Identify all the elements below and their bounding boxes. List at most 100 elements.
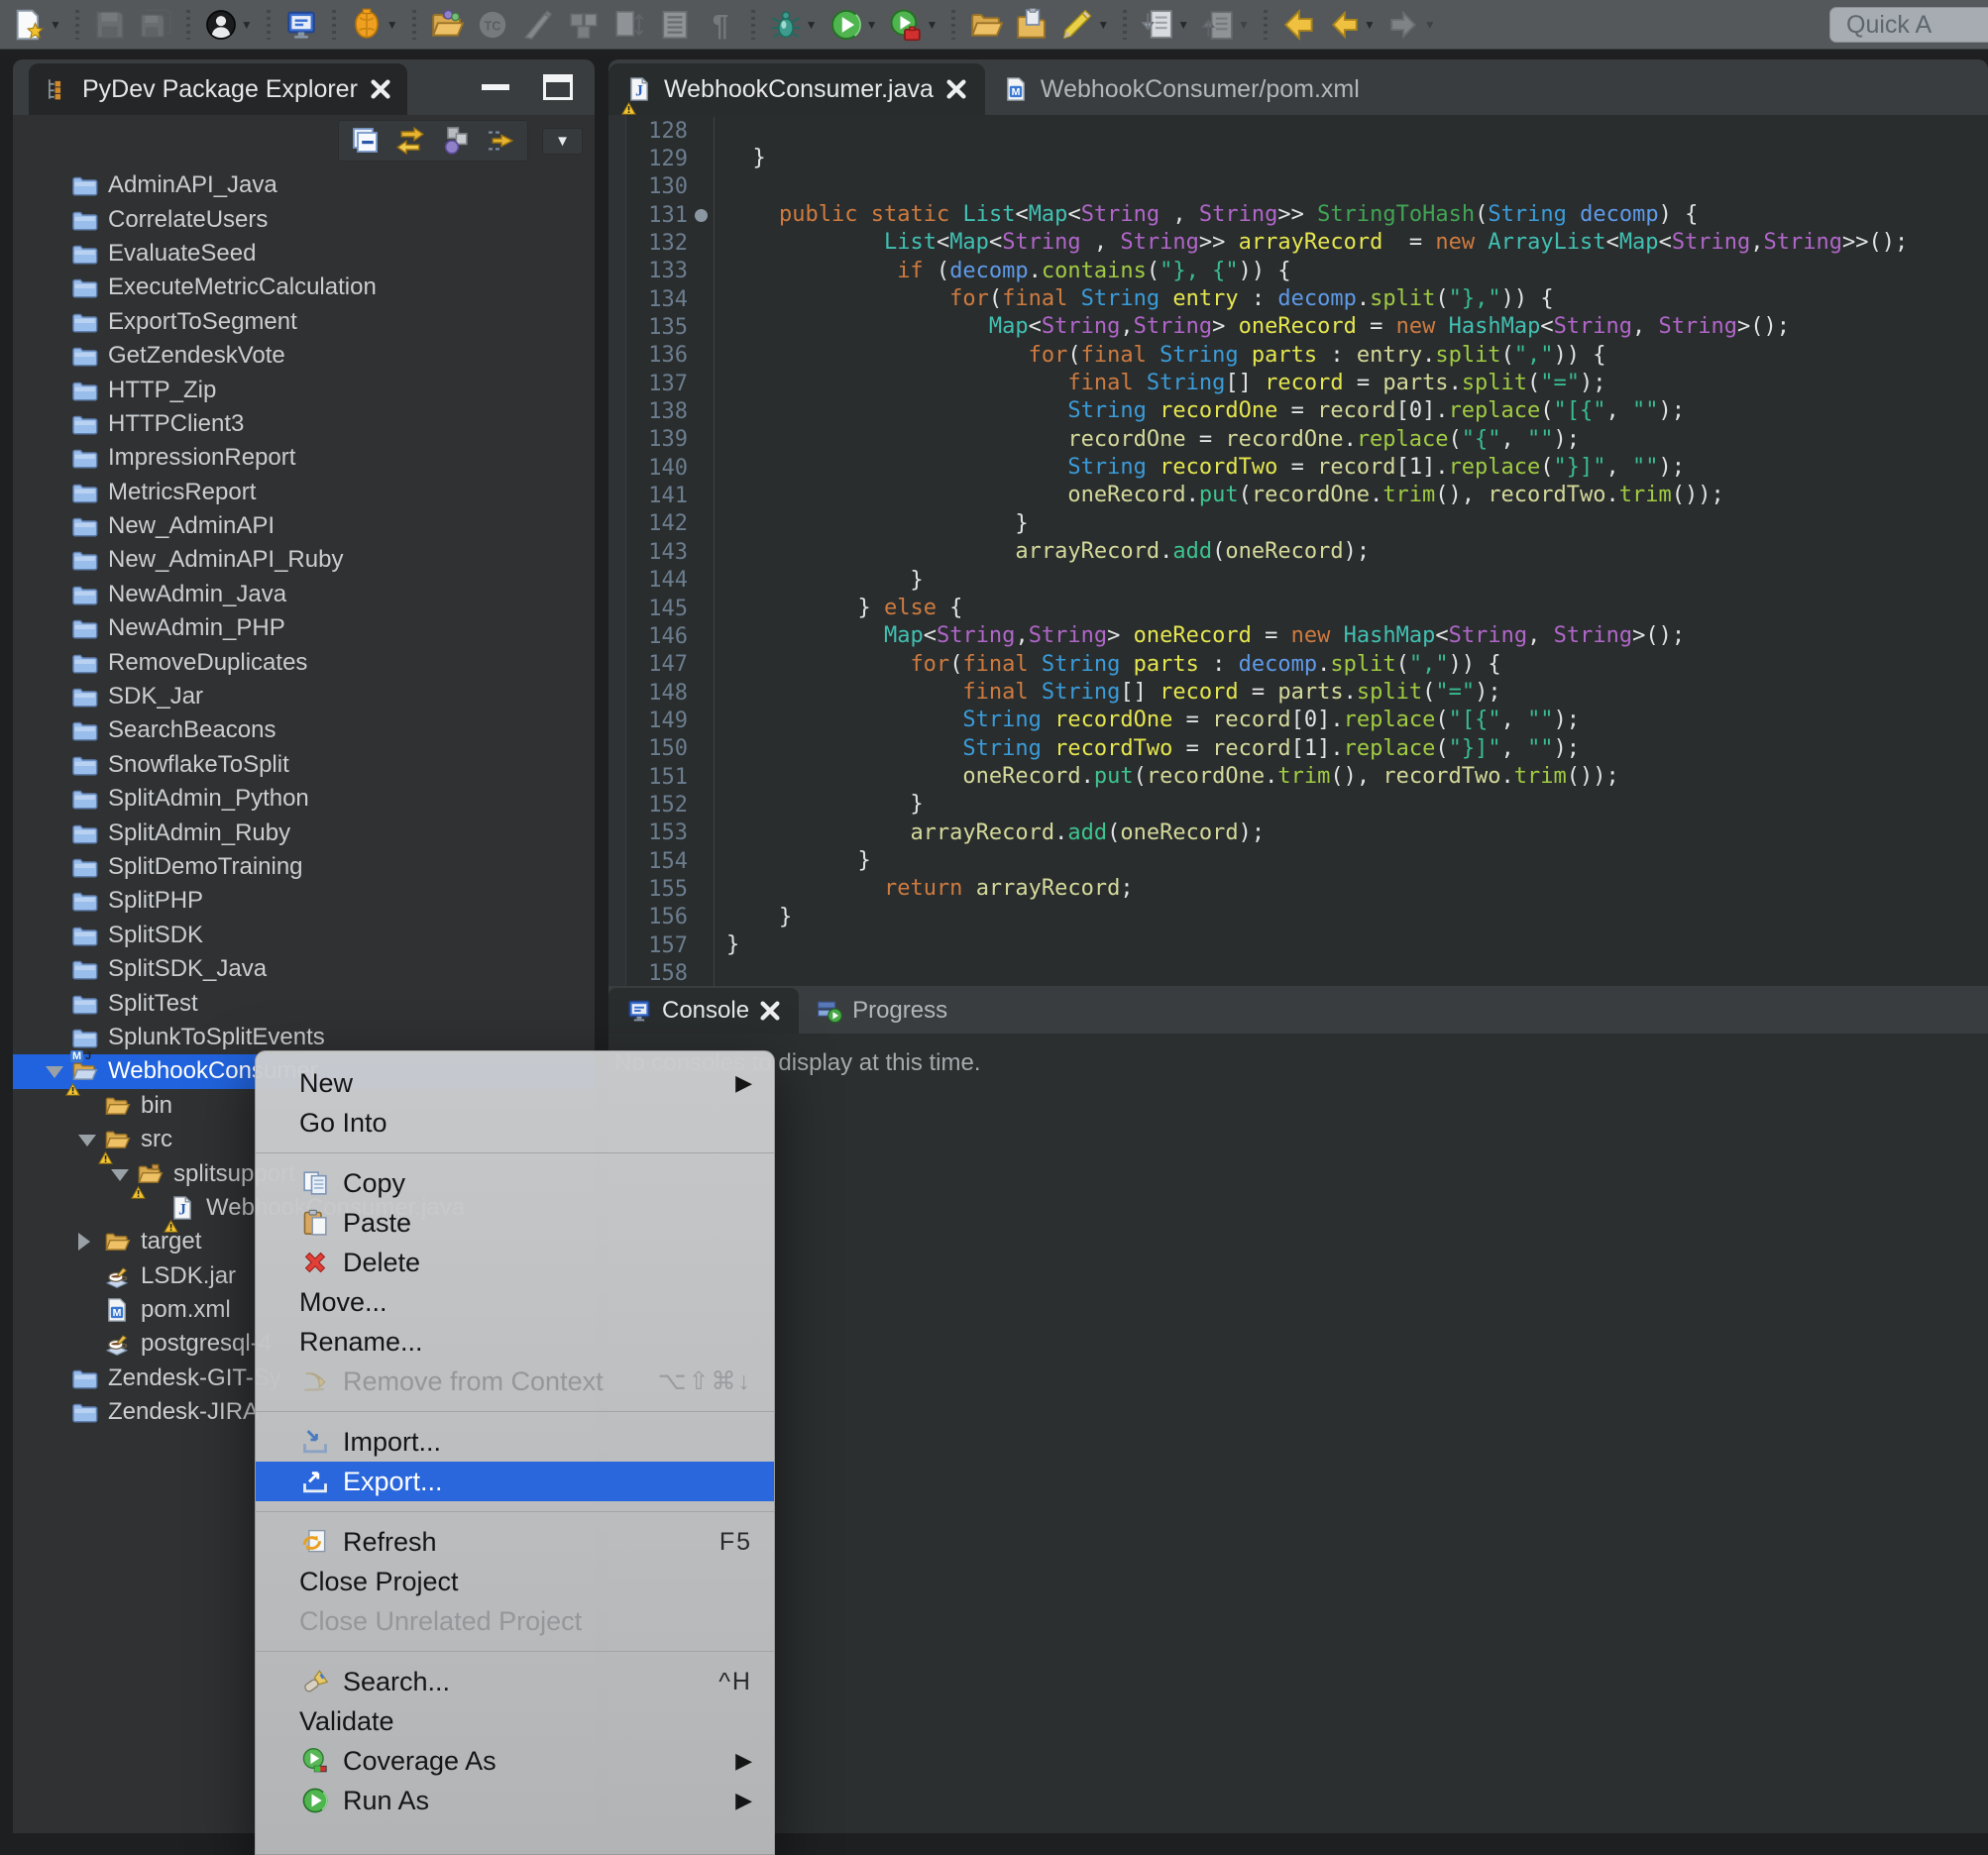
new-wizard-button[interactable]: ▼ <box>8 4 66 46</box>
menu-item-import[interactable]: Import... <box>256 1422 774 1462</box>
tree-item-new-adminapi[interactable]: New_AdminAPI <box>13 509 595 543</box>
menu-item-search[interactable]: Search...^H <box>256 1662 774 1701</box>
tab-pydev-package-explorer[interactable]: PyDev Package Explorer <box>29 63 407 115</box>
tree-item-sdk-jar[interactable]: SDK_Jar <box>13 680 595 713</box>
quick-access-box[interactable]: Quick A <box>1829 7 1988 43</box>
tree-item-splunktosplitevents[interactable]: SplunkToSplitEvents <box>13 1021 595 1054</box>
tree-item-impressionreport[interactable]: ImpressionReport <box>13 441 595 475</box>
menu-item-coverage-as[interactable]: Coverage As▶ <box>256 1741 774 1781</box>
pilcrow-button: ¶ <box>699 4 742 46</box>
account-button[interactable]: ▼ <box>199 4 258 46</box>
tree-item-splitadmin-python[interactable]: SplitAdmin_Python <box>13 782 595 816</box>
tree-item-executemetriccalculation[interactable]: ExecuteMetricCalculation <box>13 271 595 304</box>
console-message: No consoles to display at this time. <box>614 1049 1988 1077</box>
code-line: 143 arrayRecord.add(oneRecord); <box>608 538 1988 566</box>
menu-shortcut: ^H <box>718 1668 752 1696</box>
code-editor-pane: JWebhookConsumer.javaMWebhookConsumer/po… <box>608 59 1988 986</box>
close-icon[interactable] <box>945 78 967 100</box>
tree-item-splitsdk[interactable]: SplitSDK <box>13 919 595 952</box>
code-line: 155 return arrayRecord; <box>608 875 1988 903</box>
twisty-closed-icon[interactable] <box>78 1233 90 1251</box>
twisty-open-icon[interactable] <box>78 1135 96 1146</box>
collapse-all-icon[interactable] <box>349 125 381 157</box>
dropdown-caret-icon: ▼ <box>1364 18 1376 32</box>
panel-window-buttons <box>482 59 573 115</box>
tree-item-metricsreport[interactable]: MetricsReport <box>13 476 595 509</box>
run-button[interactable]: ▼ <box>825 4 883 46</box>
menu-item-new[interactable]: New▶ <box>256 1063 774 1103</box>
svg-text:M: M <box>113 1307 122 1319</box>
tree-item-httpclient3[interactable]: HTTPClient3 <box>13 407 595 441</box>
tree-item-getzendeskvote[interactable]: GetZendeskVote <box>13 339 595 373</box>
marker-button[interactable]: ▼ <box>1055 4 1114 46</box>
packages-view-icon[interactable] <box>440 125 472 157</box>
outline-icon <box>658 8 692 42</box>
console-view-button[interactable] <box>279 4 323 46</box>
save-to-file-button[interactable]: ▼ <box>1136 4 1194 46</box>
debug-button[interactable]: ▼ <box>764 4 823 46</box>
maximize-icon[interactable] <box>543 74 573 100</box>
menu-item-rename[interactable]: Rename... <box>256 1322 774 1362</box>
tree-item-newadmin-php[interactable]: NewAdmin_PHP <box>13 611 595 645</box>
tab-console[interactable]: Console <box>608 988 799 1034</box>
tree-item-new-adminapi-ruby[interactable]: New_AdminAPI_Ruby <box>13 543 595 577</box>
minimize-icon[interactable] <box>482 84 509 90</box>
tab-progress[interactable]: Progress <box>799 988 965 1034</box>
tree-item-evaluateseed[interactable]: EvaluateSeed <box>13 237 595 271</box>
code-line: 154 } <box>608 847 1988 875</box>
menu-item-delete[interactable]: Delete <box>256 1243 774 1282</box>
menu-item-move[interactable]: Move... <box>256 1282 774 1322</box>
menu-item-refresh[interactable]: RefreshF5 <box>256 1522 774 1562</box>
tab-label: Console <box>662 997 749 1025</box>
dropdown-caret-icon: ▼ <box>1177 18 1189 32</box>
twisty-open-icon[interactable] <box>46 1066 63 1078</box>
close-icon[interactable] <box>370 78 391 100</box>
java-file-icon: J <box>626 76 652 102</box>
twisty-open-icon[interactable] <box>111 1169 129 1181</box>
tree-item-exporttosegment[interactable]: ExportToSegment <box>13 305 595 339</box>
orange-bug-button[interactable]: ▼ <box>345 4 403 46</box>
menu-item-label: Remove from Context <box>343 1366 604 1397</box>
submenu-arrow-icon: ▶ <box>735 1748 752 1774</box>
tree-item-removeduplicates[interactable]: RemoveDuplicates <box>13 645 595 679</box>
tree-item-splittest[interactable]: SplitTest <box>13 986 595 1020</box>
link-swap-icon[interactable] <box>394 125 426 157</box>
import-folder-button[interactable] <box>425 4 469 46</box>
tree-item-http-zip[interactable]: HTTP_Zip <box>13 373 595 406</box>
menu-item-label: Close Unrelated Project <box>299 1606 582 1637</box>
menu-item-export[interactable]: Export... <box>256 1462 774 1501</box>
profile-button[interactable]: ▼ <box>884 4 942 46</box>
tree-item-splitphp[interactable]: SplitPHP <box>13 884 595 918</box>
tree-item-snowflaketosplit[interactable]: SnowflakeToSplit <box>13 748 595 782</box>
code-line: 156 } <box>608 904 1988 931</box>
tree-item-searchbeacons[interactable]: SearchBeacons <box>13 713 595 747</box>
link-editor-icon[interactable] <box>486 125 517 157</box>
tree-item-adminapi-java[interactable]: AdminAPI_Java <box>13 168 595 202</box>
tree-item-splitdemotraining[interactable]: SplitDemoTraining <box>13 850 595 884</box>
menu-item-paste[interactable]: Paste <box>256 1203 774 1243</box>
tree-item-correlateusers[interactable]: CorrelateUsers <box>13 202 595 236</box>
code-editor[interactable]: 128129 }130131 public static List<Map<St… <box>608 115 1988 986</box>
view-menu-button[interactable]: ▼ <box>542 128 583 155</box>
code-line: 136 for(final String parts : entry.split… <box>608 342 1988 370</box>
menu-item-copy[interactable]: Copy <box>256 1163 774 1203</box>
menu-item-go-into[interactable]: Go Into <box>256 1103 774 1143</box>
line-number: 138 <box>608 399 688 424</box>
warning-icon <box>164 1212 178 1225</box>
tab-webhookconsumer-pom-xml[interactable]: MWebhookConsumer/pom.xml <box>985 63 1378 115</box>
tree-item-newadmin-java[interactable]: NewAdmin_Java <box>13 578 595 611</box>
menu-item-validate[interactable]: Validate <box>256 1701 774 1741</box>
line-number: 133 <box>608 259 688 283</box>
open-folder-button[interactable] <box>964 4 1008 46</box>
close-icon[interactable] <box>759 1000 781 1022</box>
tab-webhookconsumer-java[interactable]: JWebhookConsumer.java <box>608 63 985 115</box>
tree-item-splitsdk-java[interactable]: SplitSDK_Java <box>13 952 595 986</box>
tree-item-splitadmin-ruby[interactable]: SplitAdmin_Ruby <box>13 816 595 849</box>
last-edit-button[interactable] <box>1276 4 1320 46</box>
menu-item-run-as[interactable]: Run As▶ <box>256 1781 774 1820</box>
menu-item-close-project[interactable]: Close Project <box>256 1562 774 1601</box>
tree-item-label: New_AdminAPI_Ruby <box>108 546 343 574</box>
clipboard-folder-button[interactable] <box>1010 4 1053 46</box>
fold-marker-icon[interactable] <box>695 209 708 222</box>
back-button[interactable]: ▼ <box>1322 4 1381 46</box>
